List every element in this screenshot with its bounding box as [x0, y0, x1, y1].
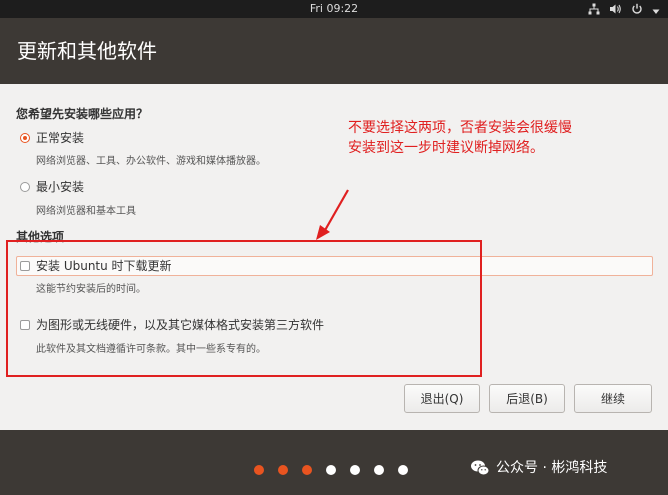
progress-dot: [350, 465, 360, 475]
progress-dot: [302, 465, 312, 475]
back-button[interactable]: 后退(B): [489, 384, 565, 413]
annotation-note: 不要选择这两项，否者安装会很缓慢 安装到这一步时建议断掉网络。: [348, 118, 572, 158]
page-title: 更新和其他软件: [17, 39, 157, 63]
progress-dot: [254, 465, 264, 475]
main-content: 您希望先安装哪些应用？ 正常安装 网络浏览器、工具、办公软件、游戏和媒体播放器。…: [0, 84, 668, 430]
normal-install-description: 网络浏览器、工具、办公软件、游戏和媒体播放器。: [36, 156, 266, 167]
chevron-down-icon[interactable]: [652, 0, 660, 19]
watermark: 公众号 · 彬鸿科技: [470, 458, 607, 478]
progress-dot: [278, 465, 288, 475]
minimal-install-description: 网络浏览器和基本工具: [36, 206, 136, 217]
watermark-text: 公众号 · 彬鸿科技: [496, 460, 608, 476]
clock[interactable]: Fri 09:22: [0, 1, 668, 16]
wechat-icon: [471, 460, 490, 476]
annotation-line-1: 不要选择这两项，否者安装会很缓慢: [348, 120, 572, 136]
window-header: 更新和其他软件: [0, 18, 668, 84]
annotation-arrow-icon: [316, 189, 349, 240]
progress-dot: [398, 465, 408, 475]
question-heading: 您希望先安装哪些应用？: [16, 107, 149, 121]
normal-install-option[interactable]: 正常安装: [20, 130, 84, 146]
quit-button[interactable]: 退出(Q): [404, 384, 480, 413]
system-tray[interactable]: [588, 2, 660, 16]
network-icon[interactable]: [588, 0, 600, 19]
minimal-install-option[interactable]: 最小安装: [20, 179, 84, 195]
progress-dot: [374, 465, 384, 475]
top-panel: Fri 09:22: [0, 0, 668, 18]
progress-dot: [326, 465, 336, 475]
volume-icon[interactable]: [609, 0, 622, 19]
normal-install-label[interactable]: 正常安装: [36, 130, 84, 146]
power-icon[interactable]: [631, 0, 643, 19]
normal-install-radio[interactable]: [20, 133, 30, 143]
minimal-install-radio[interactable]: [20, 182, 30, 192]
annotation-line-2: 安装到这一步时建议断掉网络。: [348, 140, 544, 156]
installer-footer: 公众号 · 彬鸿科技: [0, 430, 668, 495]
progress-dots: [254, 465, 408, 475]
annotation-box: [6, 240, 482, 377]
minimal-install-label[interactable]: 最小安装: [36, 179, 84, 195]
continue-button[interactable]: 继续: [574, 384, 652, 413]
